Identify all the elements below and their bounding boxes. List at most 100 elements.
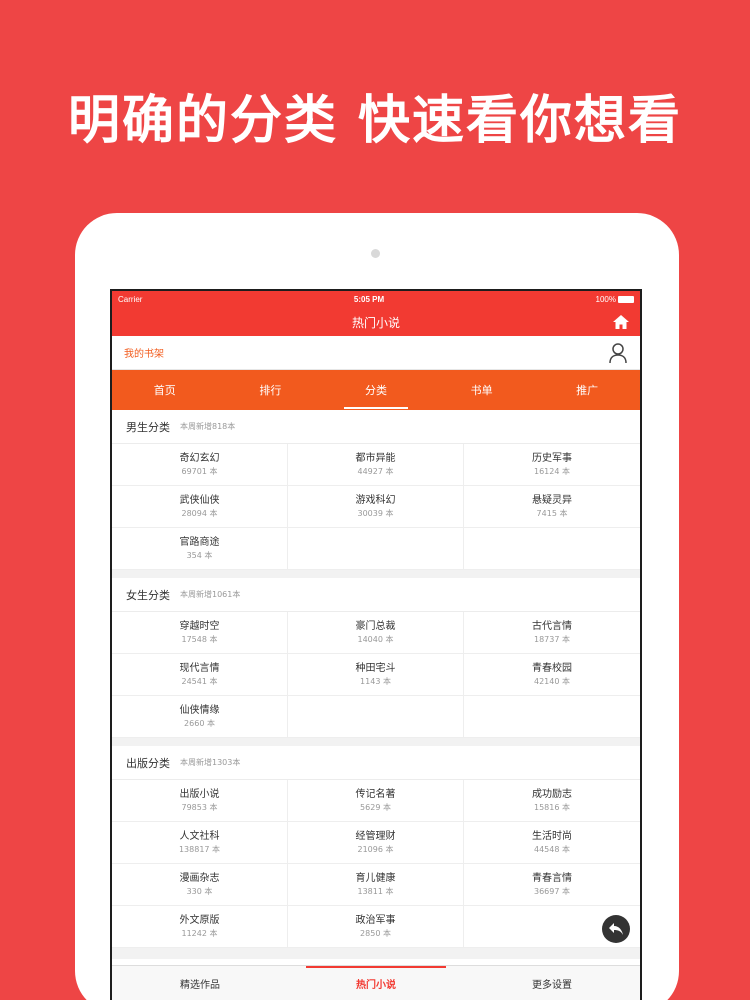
category-count: 7415 本 — [536, 508, 568, 518]
category-list[interactable]: 男生分类 本周新增818本 奇幻玄幻 69701 本 都市异能 44927 本 历史… — [112, 410, 640, 959]
category-count: 138817 本 — [178, 844, 221, 854]
category-item[interactable]: 生活时尚 44548 本 — [464, 822, 640, 864]
category-name: 成功励志 — [532, 788, 572, 800]
tablet-frame: Carrier 5:05 PM 100% 热门小说 我的书架 首页 排行 分类 … — [75, 213, 679, 1000]
section-title: 女生分类 — [126, 588, 170, 602]
tab-ranking[interactable]: 排行 — [218, 370, 324, 410]
home-icon[interactable] — [612, 314, 630, 330]
category-item[interactable]: 豪门总裁 14040 本 — [288, 612, 464, 654]
category-item[interactable]: 种田宅斗 1143 本 — [288, 654, 464, 696]
category-item[interactable]: 现代言情 24541 本 — [112, 654, 288, 696]
category-count: 14040 本 — [357, 634, 394, 644]
bottom-tab-featured[interactable]: 精选作品 — [112, 966, 288, 1000]
bottom-tab-hot-novels[interactable]: 热门小说 — [288, 966, 464, 1000]
section-subtitle: 本周新增1303本 — [180, 758, 241, 767]
category-item[interactable]: 青春言情 36697 本 — [464, 864, 640, 906]
category-grid: 奇幻玄幻 69701 本 都市异能 44927 本 历史军事 16124 本 武侠仙侠… — [112, 444, 640, 570]
empty-cell — [464, 528, 640, 570]
category-count: 2660 本 — [184, 718, 215, 728]
category-name: 出版小说 — [179, 788, 220, 800]
category-item[interactable]: 育儿健康 13811 本 — [288, 864, 464, 906]
category-name: 穿越时空 — [179, 620, 220, 632]
category-name: 传记名著 — [355, 788, 396, 800]
battery-indicator: 100% — [596, 295, 634, 304]
category-item[interactable]: 游戏科幻 30039 本 — [288, 486, 464, 528]
status-bar: Carrier 5:05 PM 100% — [112, 291, 640, 308]
nav-bar: 热门小说 — [112, 308, 640, 336]
carrier-label: Carrier — [118, 295, 143, 304]
bottom-tab-settings[interactable]: 更多设置 — [464, 966, 640, 1000]
category-grid: 穿越时空 17548 本 豪门总裁 14040 本 古代言情 18737 本 现代言情… — [112, 612, 640, 738]
category-name: 官路商途 — [179, 536, 220, 548]
category-name: 种田宅斗 — [355, 662, 396, 674]
category-name: 古代言情 — [532, 620, 572, 632]
back-button[interactable] — [602, 915, 630, 943]
category-name: 青春校园 — [532, 662, 572, 674]
section-header: 出版分类 本周新增1303本 — [112, 746, 640, 780]
tab-booklist[interactable]: 书单 — [429, 370, 535, 410]
category-count: 13811 本 — [357, 886, 394, 896]
category-item[interactable]: 历史军事 16124 本 — [464, 444, 640, 486]
category-count: 79853 本 — [181, 802, 218, 812]
section-header: 男生分类 本周新增818本 — [112, 410, 640, 444]
category-item[interactable]: 传记名著 5629 本 — [288, 780, 464, 822]
category-item[interactable]: 悬疑灵异 7415 本 — [464, 486, 640, 528]
category-count: 69701 本 — [181, 466, 218, 476]
section-title: 男生分类 — [126, 420, 170, 434]
category-name: 政治军事 — [355, 914, 396, 926]
category-name: 游戏科幻 — [355, 494, 396, 506]
category-count: 18737 本 — [534, 634, 570, 644]
category-name: 豪门总裁 — [355, 620, 396, 632]
category-name: 育儿健康 — [355, 872, 396, 884]
category-count: 354 本 — [186, 550, 213, 560]
category-name: 武侠仙侠 — [179, 494, 220, 506]
tab-promote[interactable]: 推广 — [534, 370, 640, 410]
section-publish: 出版分类 本周新增1303本 出版小说 79853 本 传记名著 5629 本 成功… — [112, 746, 640, 948]
shelf-bar: 我的书架 — [112, 336, 640, 370]
section-female: 女生分类 本周新增1061本 穿越时空 17548 本 豪门总裁 14040 本 古… — [112, 578, 640, 738]
nav-title: 热门小说 — [351, 315, 400, 330]
category-count: 28094 本 — [181, 508, 218, 518]
section-subtitle: 本周新增1061本 — [180, 590, 241, 599]
category-item[interactable]: 漫画杂志 330 本 — [112, 864, 288, 906]
category-count: 11242 本 — [181, 928, 218, 938]
app-screen: Carrier 5:05 PM 100% 热门小说 我的书架 首页 排行 分类 … — [110, 289, 642, 1000]
category-count: 36697 本 — [534, 886, 570, 896]
category-item[interactable]: 政治军事 2850 本 — [288, 906, 464, 948]
category-name: 经管理财 — [355, 830, 396, 842]
empty-cell — [464, 696, 640, 738]
battery-percent: 100% — [595, 295, 616, 304]
category-item[interactable]: 经管理财 21096 本 — [288, 822, 464, 864]
category-item[interactable]: 成功励志 15816 本 — [464, 780, 640, 822]
section-subtitle: 本周新增818本 — [180, 422, 236, 431]
category-name: 外文原版 — [179, 914, 220, 926]
category-item[interactable]: 都市异能 44927 本 — [288, 444, 464, 486]
category-item[interactable]: 武侠仙侠 28094 本 — [112, 486, 288, 528]
category-count: 5629 本 — [360, 802, 391, 812]
category-count: 2850 本 — [360, 928, 391, 938]
user-icon[interactable] — [608, 342, 628, 364]
category-count: 1143 本 — [360, 676, 391, 686]
category-item[interactable]: 仙侠情缘 2660 本 — [112, 696, 288, 738]
category-item[interactable]: 人文社科 138817 本 — [112, 822, 288, 864]
tab-home[interactable]: 首页 — [112, 370, 218, 410]
empty-cell — [288, 528, 464, 570]
category-name: 悬疑灵异 — [532, 494, 572, 506]
tab-category[interactable]: 分类 — [323, 370, 429, 410]
category-name: 漫画杂志 — [179, 872, 220, 884]
category-item[interactable]: 青春校园 42140 本 — [464, 654, 640, 696]
my-shelf-link[interactable]: 我的书架 — [124, 345, 164, 360]
category-count: 330 本 — [186, 886, 213, 896]
category-item[interactable]: 穿越时空 17548 本 — [112, 612, 288, 654]
category-item[interactable]: 官路商途 354 本 — [112, 528, 288, 570]
category-item[interactable]: 出版小说 79853 本 — [112, 780, 288, 822]
clock: 5:05 PM — [353, 295, 385, 304]
category-name: 人文社科 — [179, 830, 220, 842]
category-count: 21096 本 — [357, 844, 394, 854]
category-name: 奇幻玄幻 — [179, 452, 220, 464]
category-item[interactable]: 外文原版 11242 本 — [112, 906, 288, 948]
category-item[interactable]: 古代言情 18737 本 — [464, 612, 640, 654]
category-item[interactable]: 奇幻玄幻 69701 本 — [112, 444, 288, 486]
category-count: 44927 本 — [357, 466, 394, 476]
battery-icon — [618, 296, 634, 304]
